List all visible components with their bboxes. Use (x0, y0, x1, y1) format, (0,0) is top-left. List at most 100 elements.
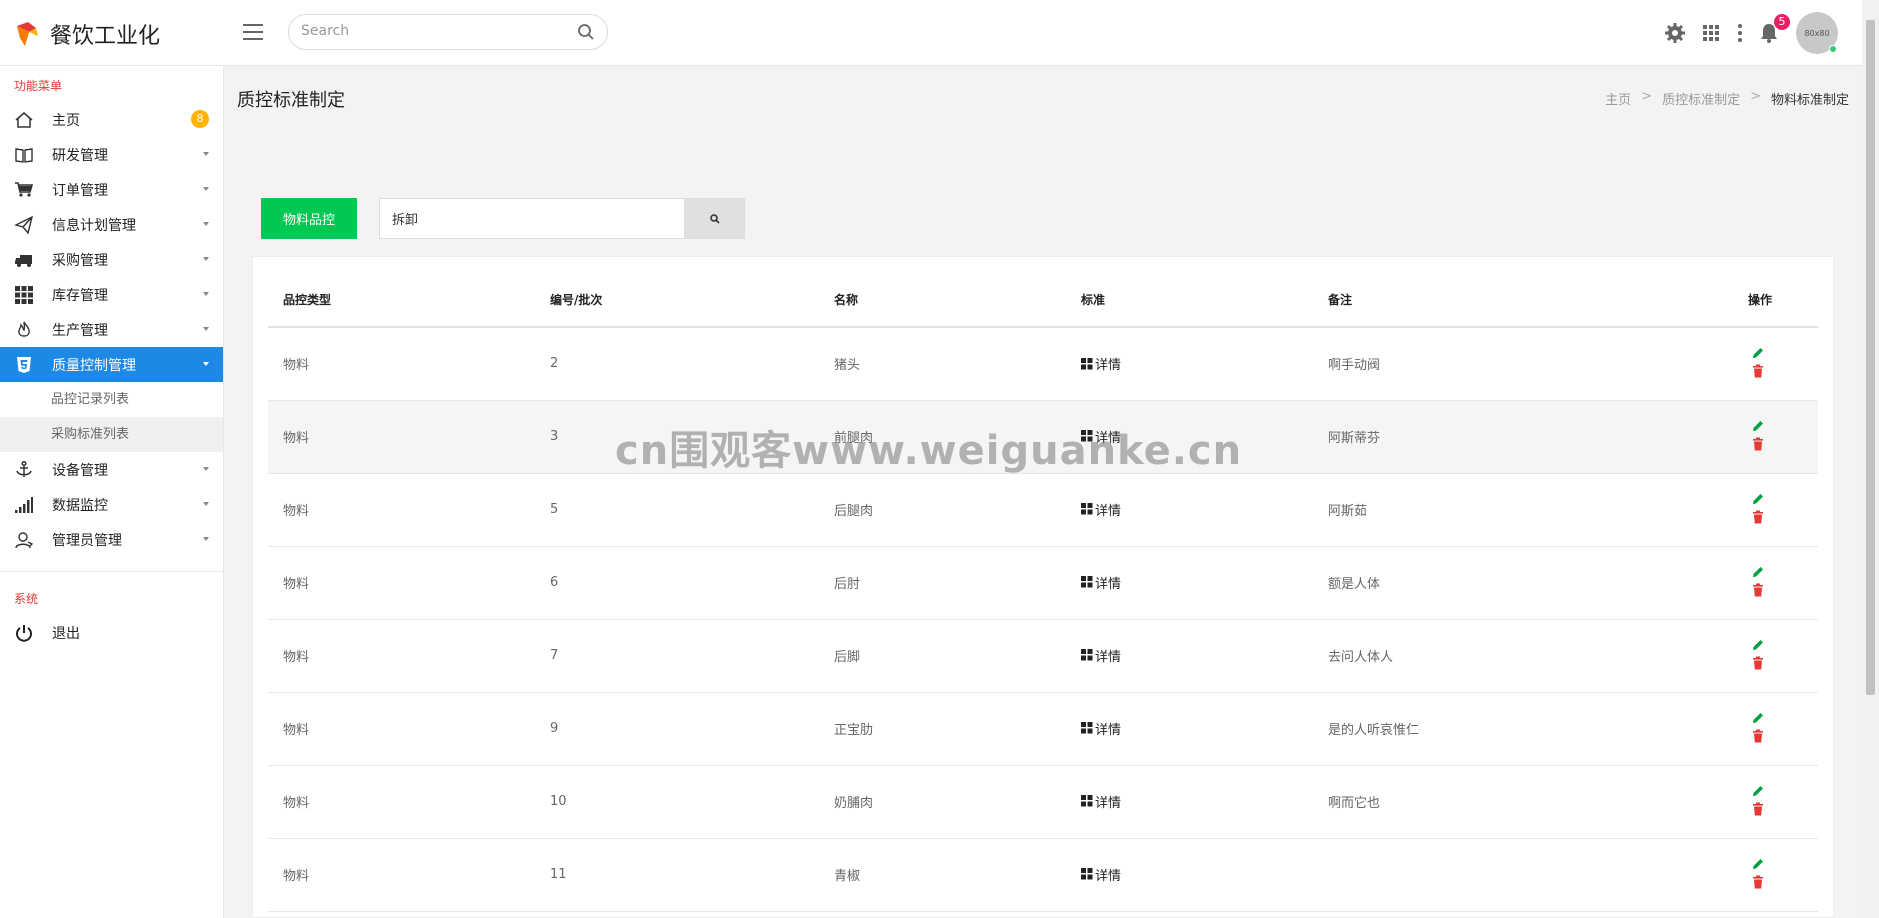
chevron-down-icon (203, 222, 209, 226)
detail-link[interactable]: 详情 (1081, 427, 1121, 446)
sidebar-item-equipment[interactable]: 设备管理 (0, 452, 223, 487)
breadcrumb-home[interactable]: 主页 (1605, 89, 1631, 108)
sidebar-item-orders[interactable]: 订单管理 (0, 172, 223, 207)
sidebar-item-info-plan[interactable]: 信息计划管理 (0, 207, 223, 242)
cell-actions (1733, 765, 1818, 839)
grid-icon (1081, 430, 1093, 442)
column-header: 操作 (1733, 272, 1818, 328)
scrollbar-thumb[interactable] (1866, 20, 1875, 695)
sidebar-item-label: 设备管理 (52, 462, 108, 479)
cell-type: 物料 (268, 327, 535, 401)
apps-grid-icon[interactable] (1700, 22, 1722, 44)
detail-link[interactable]: 详情 (1081, 354, 1121, 373)
sidebar-item-logout[interactable]: 退出 (0, 615, 223, 650)
delete-icon[interactable] (1752, 656, 1764, 674)
detail-label: 详情 (1095, 868, 1122, 884)
cell-remark: 啊手动阀 (1313, 327, 1733, 401)
edit-icon[interactable] (1751, 638, 1765, 656)
signal-icon (15, 496, 33, 513)
gear-icon[interactable] (1664, 22, 1686, 44)
table-row: 物料 2 猪头 详情 啊手动阀 (268, 327, 1818, 401)
detail-link[interactable]: 详情 (1081, 719, 1121, 738)
edit-icon[interactable] (1751, 346, 1765, 364)
delete-icon[interactable] (1752, 510, 1764, 528)
sidebar-item-monitoring[interactable]: 数据监控 (0, 487, 223, 522)
edit-icon[interactable] (1751, 419, 1765, 437)
sidebar-item-label: 主页 (52, 112, 80, 129)
cell-id: 5 (535, 473, 819, 547)
detail-label: 详情 (1095, 795, 1122, 811)
cell-actions (1733, 838, 1818, 912)
home-badge: 8 (191, 110, 209, 128)
detail-label: 详情 (1095, 576, 1122, 592)
avatar[interactable]: 80x80 (1796, 12, 1838, 54)
detail-label: 详情 (1095, 649, 1122, 665)
menu-toggle-icon[interactable] (243, 24, 263, 40)
cell-remark: 阿斯蒂芬 (1313, 400, 1733, 474)
detail-link[interactable]: 详情 (1081, 646, 1121, 665)
search-input[interactable] (301, 23, 561, 39)
delete-icon[interactable] (1752, 583, 1764, 601)
sidebar-item-quality[interactable]: 质量控制管理 (0, 347, 223, 382)
detail-link[interactable]: 详情 (1081, 573, 1121, 592)
delete-icon[interactable] (1752, 875, 1764, 893)
column-header: 品控类型 (268, 272, 535, 328)
sidebar-item-label: 质量控制管理 (52, 357, 136, 374)
cell-remark: 去问人体人 (1313, 619, 1733, 693)
edit-icon[interactable] (1751, 492, 1765, 510)
sidebar: 功能菜单 主页 8 研发管理 订单管理 信息计划管理 采购管理 库存管理 生产管… (0, 66, 224, 918)
grid-icon (1081, 576, 1093, 588)
breadcrumb-quality[interactable]: 质控标准制定 (1662, 89, 1740, 108)
page-scrollbar[interactable] (1862, 0, 1879, 918)
grid-icon (1081, 795, 1093, 807)
filter-input[interactable] (379, 198, 684, 239)
detail-link[interactable]: 详情 (1081, 500, 1121, 519)
sidebar-item-production[interactable]: 生产管理 (0, 312, 223, 347)
sidebar-item-inventory[interactable]: 库存管理 (0, 277, 223, 312)
sidebar-item-home[interactable]: 主页 8 (0, 102, 223, 137)
material-qc-button[interactable]: 物料品控 (261, 198, 357, 239)
delete-icon[interactable] (1752, 729, 1764, 747)
cell-type: 物料 (268, 546, 535, 620)
chevron-down-icon (203, 152, 209, 156)
filter-search-button[interactable] (684, 198, 745, 239)
edit-icon[interactable] (1751, 565, 1765, 583)
brand[interactable]: 餐饮工业化 (14, 18, 160, 50)
edit-icon[interactable] (1751, 857, 1765, 875)
sidebar-item-rd[interactable]: 研发管理 (0, 137, 223, 172)
sidebar-item-admin[interactable]: 管理员管理 (0, 522, 223, 557)
notification-badge: 5 (1774, 14, 1790, 30)
column-header: 标准 (1066, 272, 1313, 328)
sidebar-item-label: 生产管理 (52, 322, 108, 339)
cell-type: 物料 (268, 473, 535, 547)
sidebar-item-label: 信息计划管理 (52, 217, 136, 234)
detail-label: 详情 (1095, 358, 1122, 373)
cell-type: 物料 (268, 838, 535, 912)
cell-id: 11 (535, 838, 819, 912)
edit-icon[interactable] (1751, 711, 1765, 729)
delete-icon[interactable] (1752, 437, 1764, 455)
more-vert-icon[interactable] (1736, 22, 1744, 44)
sidebar-item-purchase[interactable]: 采购管理 (0, 242, 223, 277)
sub-item-qc-records[interactable]: 品控记录列表 (0, 382, 223, 417)
search-bar (288, 14, 608, 50)
cell-id: 7 (535, 619, 819, 693)
cell-actions (1733, 473, 1818, 547)
avatar-text: 80x80 (1804, 28, 1830, 38)
detail-link[interactable]: 详情 (1081, 865, 1121, 884)
sidebar-divider (0, 571, 223, 572)
delete-icon[interactable] (1752, 802, 1764, 820)
table-header-row: 品控类型 编号/批次 名称 标准 备注 操作 (268, 272, 1818, 328)
topbar-actions: 5 80x80 (1650, 12, 1838, 54)
cell-id: 10 (535, 765, 819, 839)
detail-label: 详情 (1095, 503, 1122, 519)
sub-item-purchase-standards[interactable]: 采购标准列表 (0, 417, 223, 452)
search-icon[interactable] (577, 23, 595, 41)
delete-icon[interactable] (1752, 364, 1764, 382)
notifications-button[interactable]: 5 (1758, 14, 1790, 44)
detail-link[interactable]: 详情 (1081, 792, 1121, 811)
truck-icon (15, 254, 32, 267)
edit-icon[interactable] (1751, 784, 1765, 802)
page-title: 质控标准制定 (237, 90, 345, 111)
cell-name: 前腿肉 (819, 400, 1066, 474)
